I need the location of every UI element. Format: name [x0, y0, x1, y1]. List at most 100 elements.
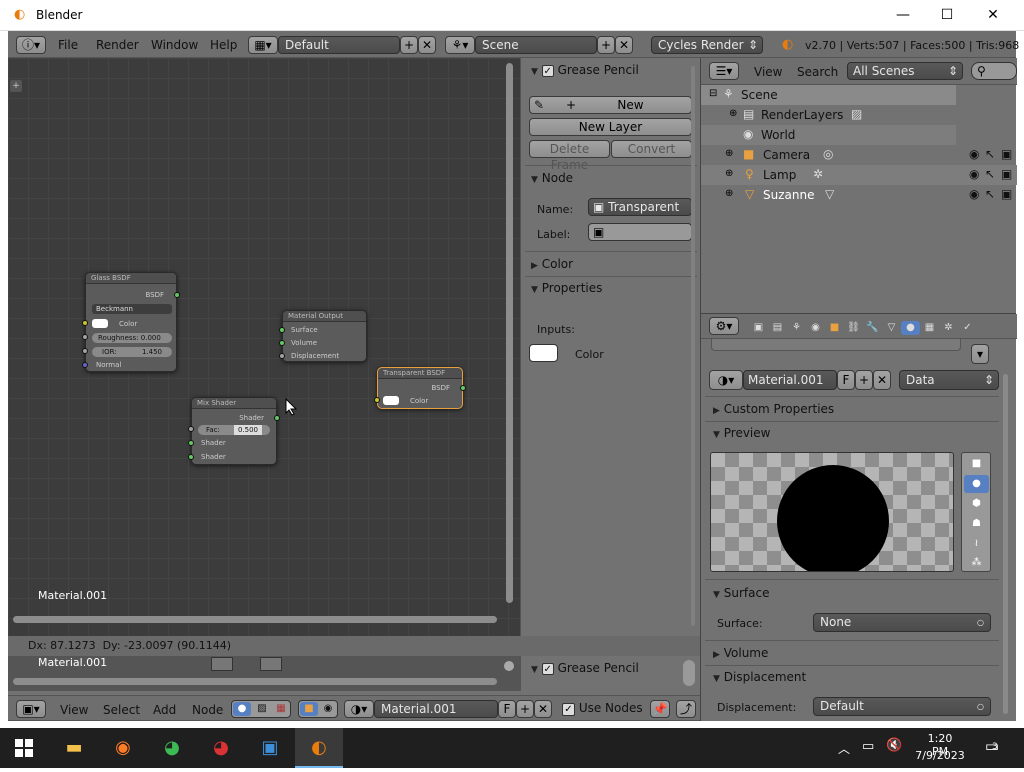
data-tab-icon[interactable]: ▽ [882, 321, 901, 335]
color-panel-header[interactable]: ▶ Color [531, 257, 573, 271]
close-button[interactable]: ✕ [970, 0, 1016, 31]
minimize-button[interactable]: — [880, 0, 926, 31]
properties-vscrollbar[interactable] [1003, 374, 1008, 714]
footer-menu-add[interactable]: Add [153, 703, 176, 717]
outliner-row-renderlayers[interactable]: ⊕ ▤ RenderLayers ▨ [701, 105, 956, 125]
expand-icon[interactable]: ⊕ [729, 108, 737, 119]
render-tab-icon[interactable]: ▣ [749, 321, 768, 335]
taskbar-clock-date[interactable]: 7/9/2023 [914, 749, 966, 762]
node-editor-hscrollbar[interactable] [13, 616, 497, 623]
grease-pencil-bottom-checkbox[interactable]: ✓ [541, 663, 554, 675]
selectability-cursor-icon[interactable]: ↖ [985, 167, 995, 181]
material-link-dropdown[interactable]: Data ⇕ [899, 370, 999, 390]
layout-selector-button[interactable]: ▦▾ [248, 36, 278, 54]
renderability-camera-icon[interactable]: ▣ [1001, 187, 1012, 201]
layout-name-field[interactable]: Default [278, 36, 400, 54]
visibility-eye-icon[interactable]: ◉ [969, 187, 979, 201]
outliner-editor-type-button[interactable]: ☰▾ [709, 62, 739, 80]
scene-tab-icon[interactable]: ⚘ [787, 321, 806, 335]
output-surface-socket[interactable] [279, 327, 285, 333]
expand-icon[interactable]: ⊕ [725, 168, 733, 179]
preview-panel-header[interactable]: ▼ Preview [713, 426, 770, 440]
mix-shader-output-socket[interactable] [274, 415, 280, 421]
remote-desktop-taskbar-icon[interactable]: ▣ [246, 728, 294, 768]
material-browse-button[interactable]: ◑▾ [709, 370, 743, 390]
use-nodes-checkbox[interactable]: ✓ [562, 703, 575, 716]
footer-fake-user-button[interactable]: F [498, 700, 516, 718]
scene-add-button[interactable]: + [597, 36, 615, 54]
menu-help[interactable]: Help [210, 38, 237, 52]
grease-pencil-checkbox[interactable]: ✓ [541, 65, 554, 77]
transparent-bsdf-output-socket[interactable] [460, 385, 466, 391]
visibility-eye-icon[interactable]: ◉ [969, 167, 979, 181]
preview-spheres-icon[interactable]: ⁂ [964, 555, 989, 571]
node-glass-bsdf[interactable]: Glass BSDF BSDF Beckmann Color Roughness… [82, 272, 180, 372]
glass-ior-field[interactable]: IOR: 1.450 [92, 347, 172, 357]
toolshelf-plus-icon[interactable]: + [10, 80, 22, 92]
footer-material-name-field[interactable]: Material.001 [374, 700, 498, 718]
shader-tree-icon[interactable]: ● [233, 702, 251, 716]
editor-type-info-button[interactable]: ⓘ▾ [16, 36, 46, 54]
chrome-taskbar-icon[interactable]: ◕ [148, 728, 196, 768]
outliner-row-world[interactable]: ◉ World [701, 125, 956, 145]
footer-material-browse-button[interactable]: ◑▾ [344, 700, 374, 718]
properties-panel-header[interactable]: ▼ Properties [531, 281, 602, 295]
material-slot-dropdown[interactable]: ▾ [971, 344, 989, 364]
render-engine-dropdown[interactable]: Cycles Render ⇕ [651, 36, 763, 54]
sidebar-vscrollbar[interactable] [691, 66, 695, 626]
outliner-scope-dropdown[interactable]: All Scenes ⇕ [847, 62, 963, 80]
node-editor-canvas[interactable]: + Glass BSDF BSDF Beckmann Color Roughne… [8, 58, 520, 636]
output-displacement-socket[interactable] [279, 353, 285, 359]
renderability-camera-icon[interactable]: ▣ [1001, 147, 1012, 161]
outliner-row-suzanne[interactable]: ⊕ ▽ Suzanne ▽ ◉ ↖ ▣ [701, 185, 1017, 205]
mix-fac-field[interactable]: Fac: 0.500 [198, 425, 270, 435]
texture-tree-icon[interactable]: ▦ [272, 702, 290, 716]
strip-hscrollbar[interactable] [13, 678, 497, 685]
material-tab-icon[interactable]: ● [901, 321, 920, 335]
new-layer-button[interactable]: New Layer [529, 118, 692, 136]
scene-remove-button[interactable]: ✕ [615, 36, 633, 54]
expand-icon[interactable]: ⊕ [725, 188, 733, 199]
selectability-cursor-icon[interactable]: ↖ [985, 147, 995, 161]
material-name-field[interactable]: Material.001 [743, 370, 837, 390]
transparent-color-swatch[interactable] [383, 396, 399, 405]
volume-panel-header[interactable]: ▶ Volume [713, 646, 768, 660]
grease-pencil-panel-header[interactable]: ▼ ✓ Grease Pencil [531, 63, 639, 77]
output-volume-socket[interactable] [279, 340, 285, 346]
menu-render[interactable]: Render [96, 38, 139, 52]
physics-tab-icon[interactable]: ✓ [958, 321, 977, 335]
glass-color-swatch[interactable] [92, 319, 108, 328]
world-shader-icon[interactable]: ◉ [319, 702, 337, 716]
glass-normal-socket[interactable] [82, 362, 88, 368]
scene-selector-button[interactable]: ⚘▾ [445, 36, 475, 54]
compositing-tree-icon[interactable]: ▨ [253, 702, 271, 716]
menu-file[interactable]: File [58, 38, 78, 52]
world-tab-icon[interactable]: ◉ [806, 321, 825, 335]
delete-frame-button[interactable]: Delete Frame [529, 140, 610, 172]
menu-window[interactable]: Window [151, 38, 198, 52]
preview-flat-icon[interactable]: ■ [964, 455, 989, 473]
start-button[interactable] [0, 728, 48, 768]
node-editor-vscrollbar[interactable] [506, 63, 513, 603]
file-explorer-taskbar-icon[interactable]: ▬ [50, 728, 98, 768]
layout-add-button[interactable]: + [400, 36, 418, 54]
grease-pencil-new-button[interactable]: ✎ + New [529, 96, 692, 114]
displacement-dropdown[interactable]: Default ○ [813, 697, 991, 716]
maximize-button[interactable]: ☐ [924, 0, 970, 31]
node-material-output[interactable]: Material Output Surface Volume Displacem… [279, 310, 367, 362]
glass-distribution-dropdown[interactable]: Beckmann [92, 304, 172, 314]
collapse-icon[interactable]: ⊟ [709, 88, 717, 99]
glass-roughness-socket[interactable] [82, 334, 88, 340]
footer-add-material-button[interactable]: + [516, 700, 534, 718]
preview-monkey-icon[interactable]: ☗ [964, 515, 989, 533]
outliner-row-camera[interactable]: ⊕ ■ Camera ◎ ◉ ↖ ▣ [701, 145, 1017, 165]
outliner-menu-view[interactable]: View [754, 65, 782, 79]
mix-shader2-socket[interactable] [188, 454, 194, 460]
node-transparent-bsdf[interactable]: Transparent BSDF BSDF Color [374, 367, 466, 409]
modifiers-tab-icon[interactable]: 🔧 [863, 321, 882, 335]
object-shader-icon[interactable]: ■ [300, 702, 318, 716]
properties-editor-type-button[interactable]: ⚙▾ [709, 317, 739, 335]
lower-sidebar-scroll-dot[interactable] [683, 660, 695, 686]
displacement-panel-header[interactable]: ▼ Displacement [713, 670, 806, 684]
footer-menu-view[interactable]: View [60, 703, 88, 717]
